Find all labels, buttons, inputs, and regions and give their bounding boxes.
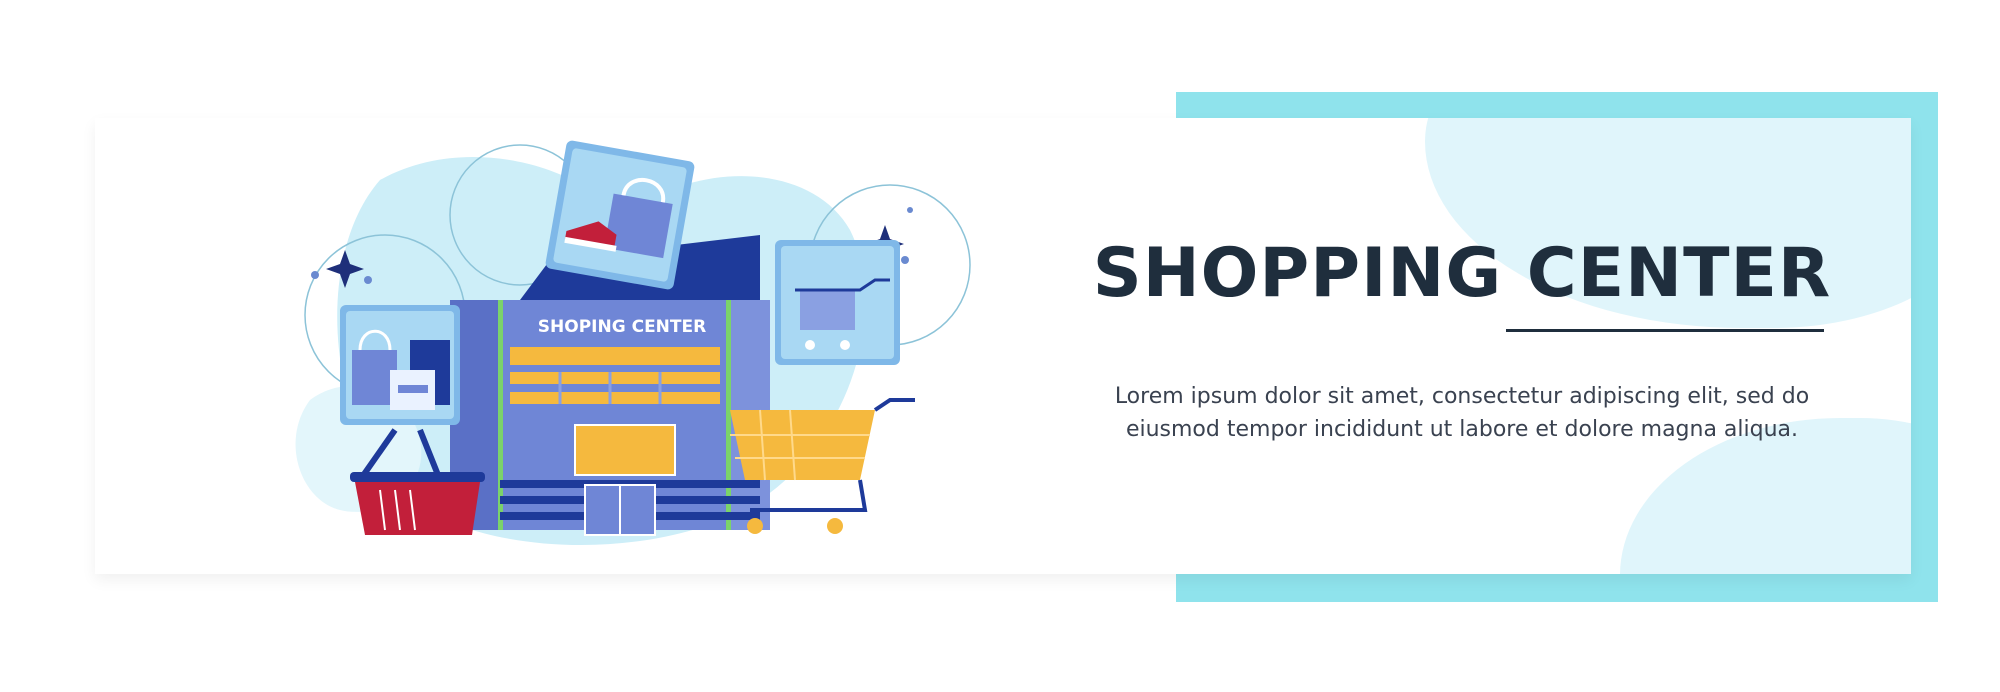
store-pillar <box>726 300 731 530</box>
banner-description: Lorem ipsum dolor sit amet, consectetur … <box>1114 384 1810 442</box>
store-windows <box>510 347 720 404</box>
shopping-center-illustration: SHOPING CENTER <box>295 140 971 546</box>
banner-title: SHOPPING CENTER <box>1092 234 1832 313</box>
banner: SHOPING CENTER SHOPPING CENTER Lorem ips… <box>0 0 2000 692</box>
store-sign-text: SHOPING CENTER <box>538 317 706 337</box>
shoe-bag-icon <box>545 140 695 290</box>
store-banner <box>574 424 676 476</box>
shopping-cart-icon <box>775 240 900 365</box>
shopping-bags-icon <box>340 305 460 425</box>
store-pillar <box>498 300 503 530</box>
title-underline <box>1506 329 1824 332</box>
